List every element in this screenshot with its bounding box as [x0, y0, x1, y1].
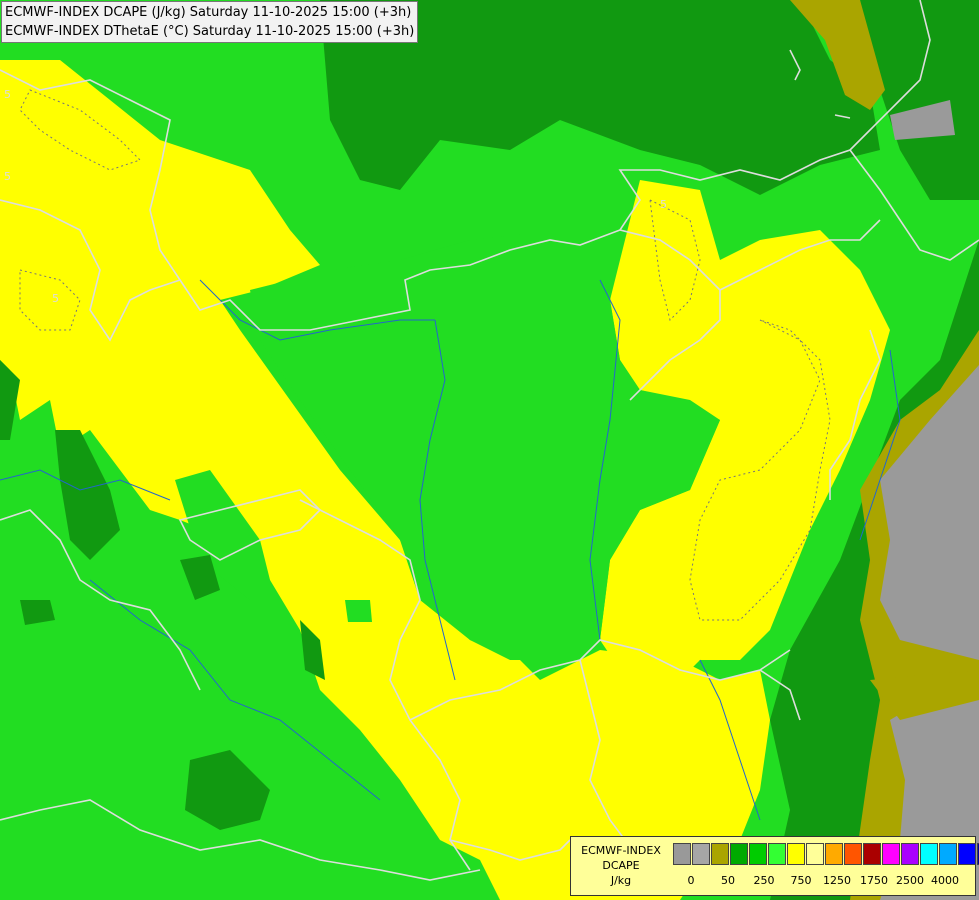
- contour-label-2: 5: [4, 170, 11, 183]
- legend-swatch: [711, 843, 729, 865]
- legend-label: ECMWF-INDEX DCAPE J/kg: [573, 843, 669, 888]
- legend-swatch: [920, 843, 938, 865]
- legend-tick-label: 250: [753, 874, 775, 887]
- legend-swatches: [673, 843, 979, 865]
- map-title-dthetae: ECMWF-INDEX DThetaE (°C) Saturday 11-10-…: [5, 24, 415, 39]
- legend-swatch: [730, 843, 748, 865]
- legend-tick-label: 0: [687, 874, 695, 887]
- legend-swatch: [901, 843, 919, 865]
- legend-swatch: [673, 843, 691, 865]
- legend-model: ECMWF-INDEX: [581, 844, 661, 857]
- legend-swatch: [692, 843, 710, 865]
- contour-label-3: 5: [52, 292, 59, 305]
- legend-swatch: [863, 843, 881, 865]
- contour-label-1: 5: [4, 88, 11, 101]
- legend-swatch: [787, 843, 805, 865]
- legend-swatch: [939, 843, 957, 865]
- legend-swatch: [844, 843, 862, 865]
- contour-label-4: 5: [660, 198, 667, 211]
- dcape-green-pocket-2: [345, 600, 372, 622]
- color-legend: ECMWF-INDEX DCAPE J/kg 0 50 250 750 1250 1750…: [570, 836, 979, 896]
- legend-parameter: DCAPE: [602, 859, 640, 872]
- legend-tick-label: 2500: [896, 874, 924, 887]
- legend-swatch: [958, 843, 976, 865]
- legend-tick-label: 750: [790, 874, 812, 887]
- legend-swatch: [768, 843, 786, 865]
- legend-unit: J/kg: [610, 874, 632, 887]
- map-title-box: ECMWF-INDEX DCAPE (J/kg) Saturday 11-10-…: [1, 1, 419, 43]
- legend-tick-label: 1750: [860, 874, 888, 887]
- dcape-map: 5 5 5 5: [0, 0, 979, 900]
- legend-ticks: 0 50 250 750 1250 1750 2500 4000: [673, 874, 973, 890]
- legend-tick-label: 1250: [823, 874, 851, 887]
- legend-swatch: [825, 843, 843, 865]
- legend-tick-label: 50: [721, 874, 735, 887]
- legend-swatch: [806, 843, 824, 865]
- legend-tick-label: 4000: [931, 874, 959, 887]
- legend-swatch: [749, 843, 767, 865]
- legend-swatch: [882, 843, 900, 865]
- map-title-dcape: ECMWF-INDEX DCAPE (J/kg) Saturday 11-10-…: [5, 5, 412, 20]
